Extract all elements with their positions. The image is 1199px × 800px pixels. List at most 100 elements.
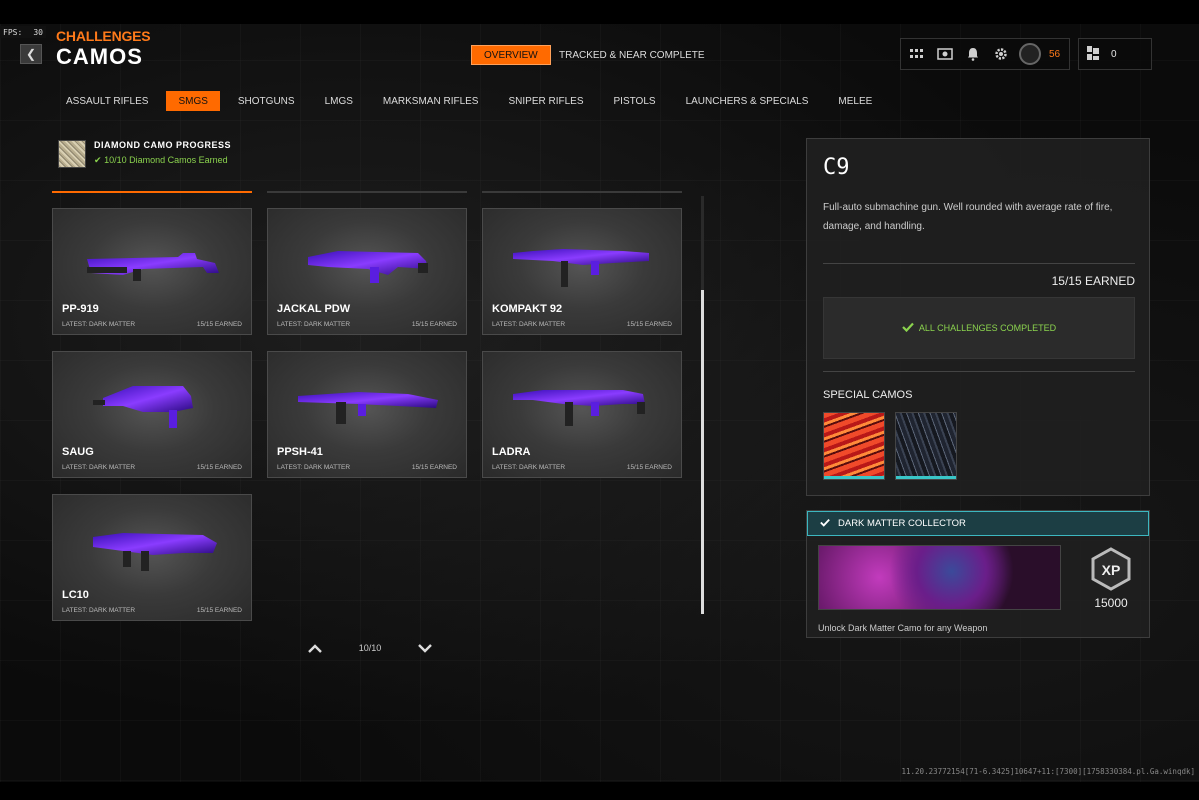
weapon-latest-camo: LATEST: DARK MATTER bbox=[492, 464, 566, 471]
xp-value: 15000 bbox=[1094, 596, 1128, 610]
divider bbox=[823, 371, 1135, 372]
weapon-earned: 15/15 EARNED bbox=[411, 321, 457, 328]
challenges-completed-box: ALL CHALLENGES COMPLETED bbox=[823, 297, 1135, 359]
weapon-earned: 15/15 EARNED bbox=[196, 607, 242, 614]
chevron-up-icon bbox=[308, 643, 322, 653]
progress-title: DIAMOND CAMO PROGRESS bbox=[94, 140, 232, 150]
reward-calling-card bbox=[818, 545, 1061, 610]
weapon-image bbox=[93, 533, 217, 571]
weapon-card-saug[interactable]: SAUG LATEST: DARK MATTER 15/15 EARNED bbox=[52, 351, 252, 478]
weapon-image bbox=[513, 249, 649, 287]
reward-header: DARK MATTER COLLECTOR bbox=[807, 511, 1149, 536]
pager: 10/10 bbox=[305, 638, 435, 658]
weapon-name: PPSH-41 bbox=[277, 446, 323, 458]
divider bbox=[823, 263, 1135, 264]
progress-status-text: 10/10 Diamond Camos Earned bbox=[104, 155, 228, 165]
check-icon: ✔ bbox=[94, 155, 102, 165]
tab-assault-rifles[interactable]: ASSAULT RIFLES bbox=[54, 91, 160, 111]
check-icon bbox=[902, 322, 914, 334]
chevron-down-icon bbox=[418, 643, 432, 653]
special-camo-1[interactable] bbox=[823, 412, 885, 480]
tab-melee[interactable]: MELEE bbox=[826, 91, 884, 111]
build-version: 11.20.23772154[71-6.3425]10647+11:[7300]… bbox=[901, 767, 1196, 776]
weapon-image bbox=[87, 253, 219, 281]
detail-earned: 15/15 EARNED bbox=[1051, 274, 1135, 288]
weapon-latest-camo: LATEST: DARK MATTER bbox=[277, 321, 351, 328]
intel-card-icon[interactable] bbox=[935, 44, 955, 64]
tab-launchers-specials[interactable]: LAUNCHERS & SPECIALS bbox=[674, 91, 821, 111]
special-camos-title: SPECIAL CAMOS bbox=[823, 389, 913, 401]
column-indicator-active bbox=[52, 191, 252, 193]
tab-smgs[interactable]: SMGS bbox=[166, 91, 220, 111]
weapon-card-ppsh-41[interactable]: PPSH-41 LATEST: DARK MATTER 15/15 EARNED bbox=[267, 351, 467, 478]
weapon-detail-panel: C9 Full-auto submachine gun. Well rounde… bbox=[806, 138, 1150, 496]
reward-title: DARK MATTER COLLECTOR bbox=[838, 518, 966, 529]
weapon-card-kompakt-92[interactable]: KOMPAKT 92 LATEST: DARK MATTER 15/15 EAR… bbox=[482, 208, 682, 335]
weapon-name: LC10 bbox=[62, 589, 89, 601]
grid-menu-icon[interactable] bbox=[907, 44, 927, 64]
weapon-earned: 15/15 EARNED bbox=[626, 464, 672, 471]
weapon-card-ladra[interactable]: LADRA LATEST: DARK MATTER 15/15 EARNED bbox=[482, 351, 682, 478]
column-indicator bbox=[267, 191, 467, 193]
page-title: CAMOS bbox=[56, 44, 143, 69]
rank-emblem-icon bbox=[1019, 43, 1041, 65]
page-indicator: 10/10 bbox=[358, 643, 382, 653]
tab-overview[interactable]: OVERVIEW bbox=[471, 45, 551, 65]
weapon-image bbox=[308, 251, 428, 283]
weapon-name: SAUG bbox=[62, 446, 94, 458]
tab-sniper-rifles[interactable]: SNIPER RIFLES bbox=[496, 91, 595, 111]
category-tabs: ASSAULT RIFLES SMGS SHOTGUNS LMGS MARKSM… bbox=[54, 91, 890, 111]
tab-marksman-rifles[interactable]: MARKSMAN RIFLES bbox=[371, 91, 491, 111]
weapon-image bbox=[513, 390, 645, 426]
weapon-name: KOMPAKT 92 bbox=[492, 303, 563, 315]
unlocked-bar bbox=[896, 476, 956, 479]
grid-scrollbar[interactable] bbox=[701, 196, 704, 614]
weapon-latest-camo: LATEST: DARK MATTER bbox=[62, 321, 136, 328]
detail-weapon-name: C9 bbox=[823, 155, 850, 180]
weapon-name: LADRA bbox=[492, 446, 531, 458]
detail-description: Full-auto submachine gun. Well rounded w… bbox=[823, 202, 1113, 232]
weapon-earned: 15/15 EARNED bbox=[411, 464, 457, 471]
fps-label: FPS: bbox=[3, 27, 23, 37]
weapon-earned: 15/15 EARNED bbox=[626, 321, 672, 328]
fps-value: 30 bbox=[33, 27, 43, 37]
weapon-card-jackal-pdw[interactable]: JACKAL PDW LATEST: DARK MATTER 15/15 EAR… bbox=[267, 208, 467, 335]
progress-status: ✔ 10/10 Diamond Camos Earned bbox=[94, 155, 231, 166]
bell-icon[interactable] bbox=[963, 44, 983, 64]
reward-panel[interactable]: DARK MATTER COLLECTOR XP 15000 Unlock Da… bbox=[806, 510, 1150, 638]
player-level: 56 bbox=[1049, 48, 1061, 60]
currency-icon bbox=[1087, 45, 1099, 63]
svg-text:XP: XP bbox=[1102, 562, 1121, 578]
weapon-latest-camo: LATEST: DARK MATTER bbox=[62, 607, 136, 614]
weapon-latest-camo: LATEST: DARK MATTER bbox=[62, 464, 136, 471]
weapon-image bbox=[298, 392, 438, 424]
tab-pistols[interactable]: PISTOLS bbox=[602, 91, 668, 111]
gear-icon[interactable] bbox=[991, 44, 1011, 64]
fps-counter: FPS: 30 bbox=[0, 26, 46, 38]
unlocked-bar bbox=[824, 476, 884, 479]
weapon-card-pp-919[interactable]: PP-919 LATEST: DARK MATTER 15/15 EARNED bbox=[52, 208, 252, 335]
currency-panel[interactable]: 0 bbox=[1078, 38, 1152, 70]
weapon-latest-camo: LATEST: DARK MATTER bbox=[277, 464, 351, 471]
diamond-camo-thumbnail bbox=[58, 140, 86, 168]
tab-shotguns[interactable]: SHOTGUNS bbox=[226, 91, 307, 111]
tab-tracked[interactable]: TRACKED & NEAR COMPLETE bbox=[547, 45, 717, 65]
column-indicator bbox=[482, 191, 682, 193]
top-letterbox bbox=[0, 0, 1199, 24]
weapon-card-lc10[interactable]: LC10 LATEST: DARK MATTER 15/15 EARNED bbox=[52, 494, 252, 621]
weapon-latest-camo: LATEST: DARK MATTER bbox=[492, 321, 566, 328]
bottom-letterbox bbox=[0, 782, 1199, 800]
page-down-button[interactable] bbox=[415, 638, 435, 658]
scrollbar-thumb[interactable] bbox=[701, 290, 704, 614]
xp-badge-icon: XP bbox=[1091, 547, 1131, 591]
weapon-image bbox=[93, 386, 193, 428]
tab-lmgs[interactable]: LMGS bbox=[313, 91, 365, 111]
special-camo-2[interactable] bbox=[895, 412, 957, 480]
page-up-button[interactable] bbox=[305, 638, 325, 658]
check-icon bbox=[820, 518, 830, 530]
back-button[interactable]: ❮ bbox=[20, 44, 42, 64]
weapon-earned: 15/15 EARNED bbox=[196, 464, 242, 471]
completed-text: ALL CHALLENGES COMPLETED bbox=[918, 323, 1057, 333]
reward-description: Unlock Dark Matter Camo for any Weapon bbox=[818, 623, 988, 633]
hud-panel: 56 bbox=[900, 38, 1070, 70]
